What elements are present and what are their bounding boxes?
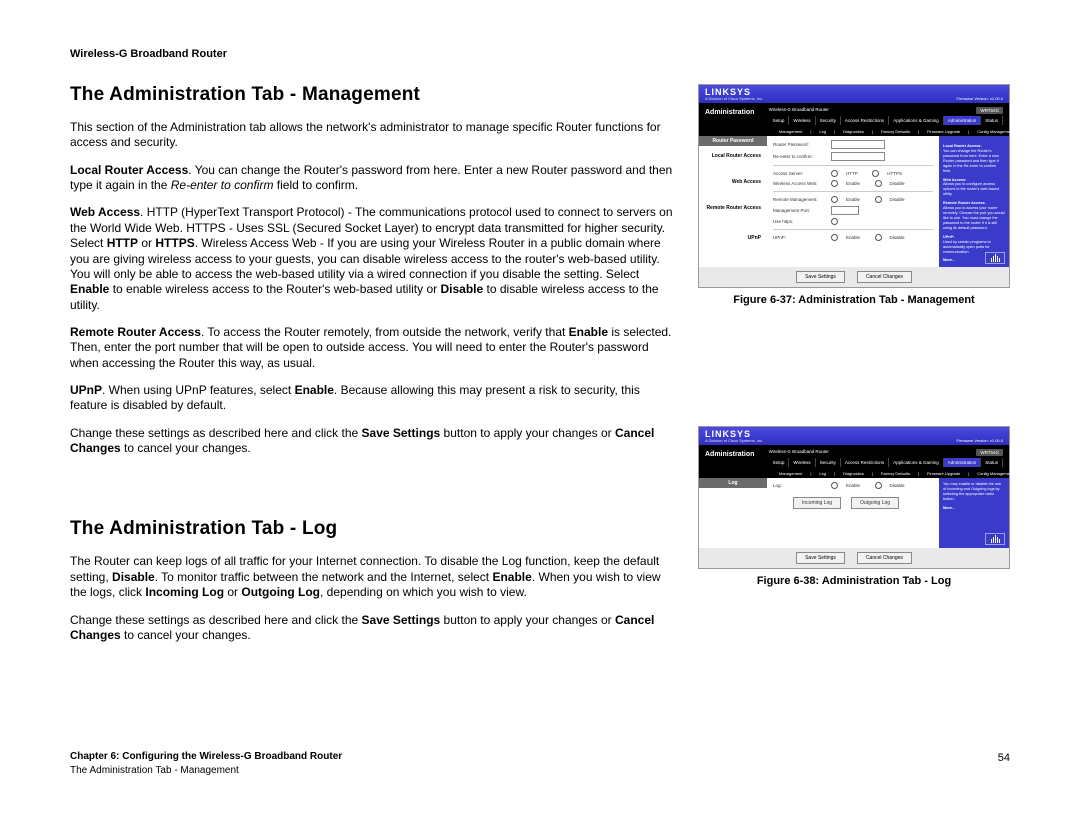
figure-6-37-caption: Figure 6-37: Administration Tab - Manage… bbox=[698, 294, 1010, 306]
footer-section: The Administration Tab - Management bbox=[70, 764, 342, 778]
cisco-logo-icon bbox=[985, 533, 1005, 545]
figure-6-37: LINKSYS A Division of Cisco Systems, Inc… bbox=[698, 84, 1010, 288]
log-paragraph: The Router can keep logs of all traffic … bbox=[70, 554, 674, 600]
section1-intro: This section of the Administration tab a… bbox=[70, 120, 674, 151]
figure-6-38-caption: Figure 6-38: Administration Tab - Log bbox=[698, 575, 1010, 587]
upnp-paragraph: UPnP. When using UPnP features, select E… bbox=[70, 383, 674, 414]
local-access-label: Local Router Access bbox=[70, 163, 188, 177]
cisco-logo-icon bbox=[985, 252, 1005, 264]
remote-access-paragraph: Remote Router Access. To access the Rout… bbox=[70, 325, 674, 371]
web-access-label: Web Access bbox=[70, 205, 140, 219]
footer-chapter: Chapter 6: Configuring the Wireless-G Br… bbox=[70, 750, 342, 764]
local-access-paragraph: Local Router Access. You can change the … bbox=[70, 163, 674, 194]
section2-title: The Administration Tab - Log bbox=[70, 518, 674, 540]
web-access-paragraph: Web Access. HTTP (HyperText Transport Pr… bbox=[70, 205, 674, 313]
upnp-label: UPnP bbox=[70, 383, 102, 397]
router-tabs: Setup Wireless Security Access Restricti… bbox=[769, 116, 1003, 125]
cancel-changes-button: Cancel Changes bbox=[857, 271, 912, 283]
incoming-log-button: Incoming Log bbox=[793, 497, 841, 509]
change-settings-paragraph-2: Change these settings as described here … bbox=[70, 613, 674, 644]
main-column: The Administration Tab - Management This… bbox=[70, 48, 674, 655]
section1-title: The Administration Tab - Management bbox=[70, 84, 674, 106]
figures-column: LINKSYS A Division of Cisco Systems, Inc… bbox=[698, 48, 1010, 655]
figure-6-38: LINKSYS A Division of Cisco Systems, Inc… bbox=[698, 426, 1010, 569]
document-header: Wireless-G Broadband Router bbox=[70, 48, 227, 60]
change-settings-paragraph-1: Change these settings as described here … bbox=[70, 426, 674, 457]
outgoing-log-button: Outgoing Log bbox=[851, 497, 899, 509]
page-number: 54 bbox=[998, 750, 1010, 764]
reenter-italic: Re-enter to confirm bbox=[171, 178, 274, 192]
save-settings-button: Save Settings bbox=[796, 271, 845, 283]
page-footer: Chapter 6: Configuring the Wireless-G Br… bbox=[70, 750, 1010, 778]
remote-label: Remote Router Access bbox=[70, 325, 201, 339]
